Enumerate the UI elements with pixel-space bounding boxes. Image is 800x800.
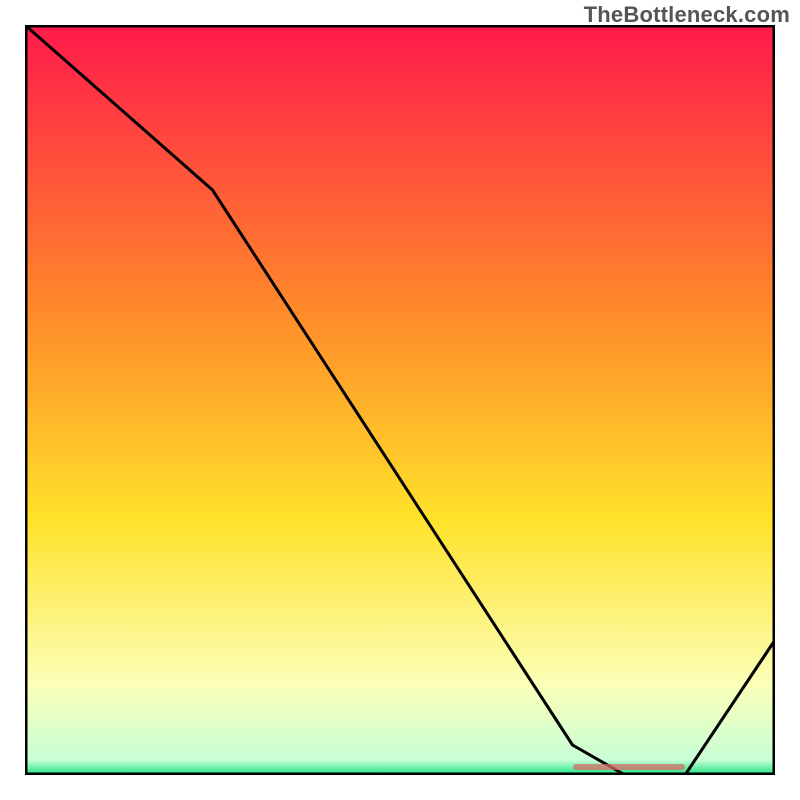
plot-area [25, 25, 775, 775]
watermark-text: TheBottleneck.com [584, 2, 790, 28]
optimal-zone-marker [573, 764, 686, 770]
gradient-background [25, 25, 775, 775]
chart-svg [25, 25, 775, 775]
chart-container: TheBottleneck.com [0, 0, 800, 800]
